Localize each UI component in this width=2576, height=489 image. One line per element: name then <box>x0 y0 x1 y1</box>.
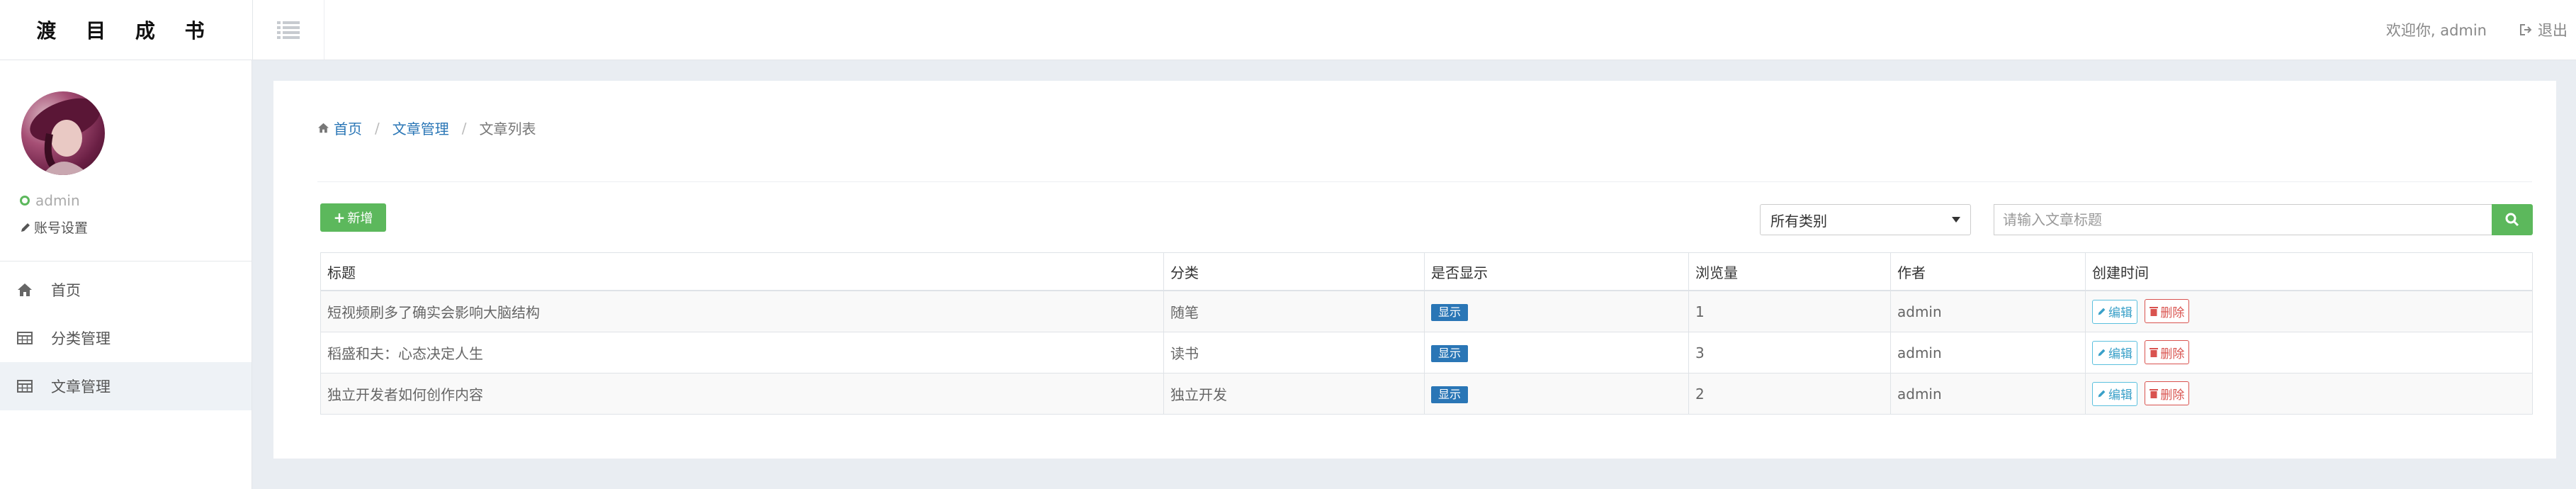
add-article-button[interactable]: + 新增 <box>320 203 386 232</box>
home-icon <box>318 123 329 133</box>
sidebar-item-category-management[interactable]: 分类管理 <box>0 314 252 362</box>
cell-views: 1 <box>1688 290 1891 332</box>
sidebar-divider <box>0 261 252 262</box>
category-select-value: 所有类别 <box>1770 212 1827 230</box>
edit-label: 编辑 <box>2108 347 2132 362</box>
search-icon <box>2505 213 2519 227</box>
visible-badge: 显示 <box>1431 344 1469 362</box>
trash-icon <box>2150 348 2159 358</box>
sidebar: admin 账号设置 首页 分类管理 文章管理 <box>0 60 252 489</box>
breadcrumb-home-label: 首页 <box>334 120 362 137</box>
sidebar-nav: 首页 分类管理 文章管理 <box>0 266 252 410</box>
avatar-image <box>30 98 101 175</box>
logout-label: 退出 <box>2538 22 2567 39</box>
cell-category: 读书 <box>1163 332 1425 373</box>
table-header-row: 标题 分类 是否显示 浏览量 作者 创建时间 <box>320 252 2533 291</box>
cell-actions: 编辑 删除 <box>2085 290 2533 332</box>
delete-button[interactable]: 删除 <box>2145 381 2190 406</box>
breadcrumb: 首页 / 文章管理 / 文章列表 <box>317 118 536 138</box>
cell-title: 稻盛和夫：心态决定人生 <box>320 332 1164 373</box>
column-header-created-at: 创建时间 <box>2085 252 2533 291</box>
edit-button[interactable]: 编辑 <box>2092 299 2137 324</box>
visible-badge: 显示 <box>1431 386 1469 403</box>
breadcrumb-separator: / <box>461 119 467 137</box>
pencil-icon <box>21 223 30 232</box>
pencil-icon <box>2098 349 2106 356</box>
pencil-icon <box>2098 390 2106 398</box>
breadcrumb-separator: / <box>375 119 380 137</box>
menu-toggle-button[interactable] <box>253 0 324 60</box>
delete-label: 删除 <box>2160 305 2185 320</box>
cell-visible: 显示 <box>1424 373 1689 415</box>
cell-actions: 编辑 删除 <box>2085 332 2533 373</box>
sidebar-item-label: 首页 <box>51 282 81 299</box>
account-settings-link[interactable]: 账号设置 <box>20 218 88 237</box>
cell-author: admin <box>1890 332 2086 373</box>
column-header-visible: 是否显示 <box>1424 252 1689 291</box>
pencil-icon <box>2098 308 2106 315</box>
column-header-author: 作者 <box>1890 252 2086 291</box>
username: admin <box>35 192 80 209</box>
avatar <box>21 91 105 175</box>
main-panel: 首页 / 文章管理 / 文章列表 + 新增 所有类别 标题 分类 <box>273 81 2556 459</box>
add-button-label: 新增 <box>347 211 373 226</box>
search-button[interactable] <box>2492 204 2533 235</box>
sidebar-item-label: 文章管理 <box>51 378 111 395</box>
column-header-category: 分类 <box>1163 252 1425 291</box>
cell-visible: 显示 <box>1424 290 1689 332</box>
top-bar: 渡 目 成 书 欢迎你, admin 退出 <box>0 0 2576 60</box>
table-row: 独立开发者如何创作内容 独立开发 显示 2 admin 编辑 删除 <box>320 373 2533 415</box>
sidebar-item-article-management[interactable]: 文章管理 <box>0 362 252 410</box>
delete-label: 删除 <box>2160 347 2185 361</box>
visible-badge: 显示 <box>1431 303 1469 321</box>
delete-button[interactable]: 删除 <box>2145 340 2190 365</box>
delete-button[interactable]: 删除 <box>2145 299 2190 324</box>
cell-author: admin <box>1890 373 2086 415</box>
breadcrumb-current: 文章列表 <box>479 120 536 137</box>
search-input[interactable] <box>1994 204 2492 235</box>
logout-link[interactable]: 退出 <box>2519 19 2567 40</box>
edit-button[interactable]: 编辑 <box>2092 381 2137 406</box>
edit-label: 编辑 <box>2108 388 2132 403</box>
caret-down-icon <box>1952 217 1960 223</box>
edit-label: 编辑 <box>2108 306 2132 321</box>
cell-title: 短视频刷多了确实会影响大脑结构 <box>320 290 1164 332</box>
welcome-text: 欢迎你, admin <box>2385 22 2487 39</box>
edit-button[interactable]: 编辑 <box>2092 340 2137 365</box>
cell-actions: 编辑 删除 <box>2085 373 2533 415</box>
panel-divider <box>317 181 2532 182</box>
cell-category: 随笔 <box>1163 290 1425 332</box>
trash-icon <box>2150 307 2159 317</box>
column-header-title: 标题 <box>320 252 1164 291</box>
table-row: 稻盛和夫：心态决定人生 读书 显示 3 admin 编辑 删除 <box>320 332 2533 373</box>
sidebar-item-home[interactable]: 首页 <box>0 266 252 314</box>
article-table: 标题 分类 是否显示 浏览量 作者 创建时间 短视频刷多了确实会影响大脑结构 随… <box>320 252 2533 415</box>
plus-icon: + <box>333 209 346 226</box>
delete-label: 删除 <box>2160 388 2185 403</box>
column-header-views: 浏览量 <box>1688 252 1891 291</box>
sign-out-icon <box>2520 24 2532 35</box>
account-settings-label: 账号设置 <box>34 220 89 236</box>
cell-views: 2 <box>1688 373 1891 415</box>
table-icon <box>17 332 33 344</box>
breadcrumb-section[interactable]: 文章管理 <box>392 118 449 138</box>
home-icon <box>18 283 32 296</box>
cell-title: 独立开发者如何创作内容 <box>320 373 1164 415</box>
user-status: admin <box>20 192 80 209</box>
breadcrumb-home[interactable]: 首页 <box>317 118 362 138</box>
cell-category: 独立开发 <box>1163 373 1425 415</box>
cell-visible: 显示 <box>1424 332 1689 373</box>
category-select[interactable]: 所有类别 <box>1760 204 1971 235</box>
sidebar-item-label: 分类管理 <box>51 330 111 347</box>
cell-author: admin <box>1890 290 2086 332</box>
trash-icon <box>2150 389 2159 399</box>
table-row: 短视频刷多了确实会影响大脑结构 随笔 显示 1 admin 编辑 删除 <box>320 290 2533 332</box>
cell-views: 3 <box>1688 332 1891 373</box>
list-icon <box>277 21 300 39</box>
table-icon <box>17 380 33 393</box>
online-status-icon <box>20 196 30 206</box>
brand-title: 渡 目 成 书 <box>0 0 253 60</box>
